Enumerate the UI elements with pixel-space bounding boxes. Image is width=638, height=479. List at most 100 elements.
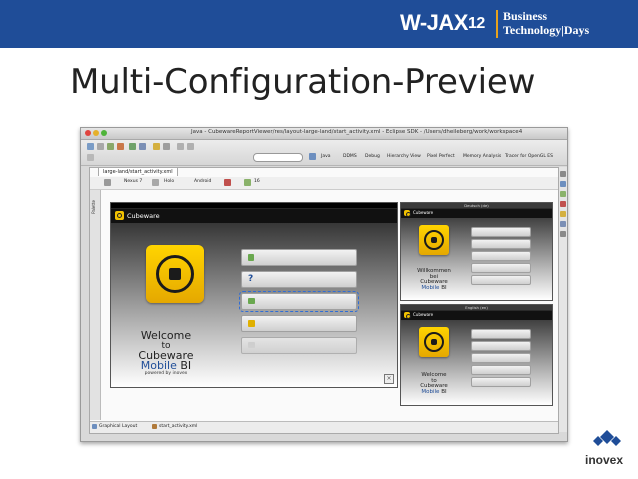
preview-german-btn-5[interactable] bbox=[471, 275, 531, 285]
preview-german-logo-core bbox=[431, 237, 437, 243]
perspective-memory-analysis[interactable]: Memory Analysis bbox=[463, 154, 501, 159]
menu-button-settings[interactable] bbox=[241, 315, 357, 332]
perspective-tracer-opengl[interactable]: Tracer for OpenGL ES bbox=[505, 154, 553, 159]
open-perspective-icon[interactable] bbox=[309, 153, 316, 160]
preview-english-welcome: Welcome to Cubeware Mobile BI bbox=[407, 372, 461, 395]
window-titlebar: Java - CubewareReportViewer/res/layout-l… bbox=[81, 128, 567, 140]
layout-editor: large-land/start_activity.xml Nexus 7 Ho… bbox=[89, 167, 559, 434]
minimize-view-icon[interactable] bbox=[560, 171, 566, 177]
editor-tab-start-activity[interactable]: large-land/start_activity.xml bbox=[98, 167, 178, 176]
preview-german-bi: BI bbox=[441, 284, 447, 291]
menu-button-reports[interactable] bbox=[241, 249, 357, 266]
search-toolbar-icon[interactable] bbox=[163, 143, 170, 150]
tasks-view-icon[interactable] bbox=[560, 211, 566, 217]
forward-icon[interactable] bbox=[187, 143, 194, 150]
menu-button-exit[interactable] bbox=[241, 337, 357, 354]
locale-flag-icon[interactable] bbox=[224, 179, 231, 186]
preview-close-icon[interactable]: × bbox=[384, 374, 394, 384]
back-icon[interactable] bbox=[177, 143, 184, 150]
preview-english-bi: BI bbox=[441, 388, 447, 395]
preview-german-welcome: Willkommen bei Cubeware Mobile BI bbox=[407, 268, 461, 291]
android-sdk-icon[interactable] bbox=[129, 143, 136, 150]
save-icon[interactable] bbox=[97, 143, 104, 150]
console-view-icon[interactable] bbox=[560, 221, 566, 227]
preview-english-app-icon bbox=[404, 312, 411, 319]
cube-icon bbox=[248, 320, 255, 327]
banner-tagline-line2: Technology|Days bbox=[503, 23, 590, 37]
preview-german-btn-4[interactable] bbox=[471, 263, 531, 273]
new-icon[interactable] bbox=[87, 143, 94, 150]
question-icon: ? bbox=[248, 274, 254, 284]
perspective-debug[interactable]: Debug bbox=[365, 154, 380, 159]
properties-view-icon[interactable] bbox=[560, 191, 566, 197]
preview-german-title: Cubeware bbox=[413, 210, 434, 215]
perspective-ddms[interactable]: DDMS bbox=[343, 154, 357, 159]
perspective-java[interactable]: Java bbox=[321, 154, 331, 159]
pencil-icon bbox=[248, 298, 255, 304]
tab-graphical-layout[interactable]: Graphical Layout bbox=[99, 424, 137, 429]
preview-german-action-bar: Cubeware bbox=[401, 209, 552, 218]
preview-english-btn-2[interactable] bbox=[471, 341, 531, 351]
cubeware-logo bbox=[146, 245, 204, 303]
wjax-logo-number: 12 bbox=[467, 15, 485, 32]
main-toolbar: Java DDMS Debug Hierarchy View Pixel Per… bbox=[81, 140, 567, 166]
preview-english-btn-5[interactable] bbox=[471, 377, 531, 387]
avd-manager-icon[interactable] bbox=[139, 143, 146, 150]
cubeware-app-icon bbox=[115, 211, 124, 220]
wjax-logo-text: W-JAX bbox=[400, 10, 468, 35]
device-menu[interactable]: Nexus 7 bbox=[124, 179, 142, 184]
banner-tagline: Business Technology|Days bbox=[503, 9, 589, 37]
device-status-bar bbox=[111, 203, 397, 208]
preview-german-label: Deutsch (de) bbox=[401, 203, 552, 208]
conference-banner: W-JAX12 Business Technology|Days bbox=[0, 0, 638, 48]
debug-icon[interactable] bbox=[117, 143, 124, 150]
preview-german-btn-1[interactable] bbox=[471, 227, 531, 237]
open-type-icon[interactable] bbox=[153, 143, 160, 150]
preview-german-btn-2[interactable] bbox=[471, 239, 531, 249]
preview-english-btn-1[interactable] bbox=[471, 329, 531, 339]
activity-menu[interactable]: Android bbox=[194, 179, 211, 184]
wjax-logo: W-JAX12 bbox=[400, 10, 485, 38]
config-chooser-icon[interactable] bbox=[104, 179, 111, 186]
problems-view-icon[interactable] bbox=[560, 201, 566, 207]
quick-access-search-input[interactable] bbox=[253, 153, 303, 162]
preview-english-logo-core bbox=[431, 339, 437, 345]
preview-german-btn-3[interactable] bbox=[471, 251, 531, 261]
graphical-layout-icon bbox=[92, 424, 97, 429]
preview-german-app-icon bbox=[404, 210, 411, 217]
orientation-icon[interactable] bbox=[152, 179, 159, 186]
welcome-line1: Welcome bbox=[140, 329, 192, 342]
window-title: Java - CubewareReportViewer/res/layout-l… bbox=[191, 129, 523, 135]
tab-xml-source[interactable]: start_activity.xml bbox=[159, 424, 197, 429]
editor-config-toolbar: Nexus 7 Holo Android 16 bbox=[90, 177, 558, 190]
palette-panel[interactable]: Palette bbox=[90, 190, 101, 420]
editor-bottom-tabs: Graphical Layout start_activity.xml bbox=[90, 421, 558, 433]
preview-english: English (en) Cubeware Welcome to Cubewar… bbox=[400, 304, 553, 406]
menu-button-help[interactable]: ? bbox=[241, 271, 357, 288]
menu-button-edit[interactable] bbox=[239, 291, 359, 312]
quick-access-icon[interactable] bbox=[87, 154, 94, 161]
perspective-hierarchy-view[interactable]: Hierarchy View bbox=[387, 154, 421, 159]
preview-english-btn-3[interactable] bbox=[471, 353, 531, 363]
minimize-window-button[interactable] bbox=[93, 130, 99, 136]
preview-english-btn-4[interactable] bbox=[471, 365, 531, 375]
logcat-view-icon[interactable] bbox=[560, 231, 566, 237]
zoom-window-button[interactable] bbox=[101, 130, 107, 136]
main-device-preview: Cubeware Welcome to Cubeware Mobile BI p… bbox=[110, 202, 398, 388]
outline-view-icon[interactable] bbox=[560, 181, 566, 187]
close-window-button[interactable] bbox=[85, 130, 91, 136]
app-title: Cubeware bbox=[127, 212, 160, 220]
cubeware-logo-core bbox=[169, 268, 181, 280]
preview-german: Deutsch (de) Cubeware Willkommen bei Cub… bbox=[400, 202, 553, 301]
preview-german-logo bbox=[419, 225, 449, 255]
preview-english-label: English (en) bbox=[401, 305, 552, 310]
api-menu[interactable]: 16 bbox=[254, 179, 260, 184]
inovex-logo-icon bbox=[593, 430, 621, 446]
eclipse-window: Java - CubewareReportViewer/res/layout-l… bbox=[80, 127, 568, 442]
theme-menu[interactable]: Holo bbox=[164, 179, 174, 184]
perspective-pixel-perfect[interactable]: Pixel Perfect bbox=[427, 154, 455, 159]
run-icon[interactable] bbox=[107, 143, 114, 150]
preview-german-mobile: Mobile bbox=[421, 284, 440, 291]
android-api-icon[interactable] bbox=[244, 179, 251, 186]
preview-english-logo bbox=[419, 327, 449, 357]
